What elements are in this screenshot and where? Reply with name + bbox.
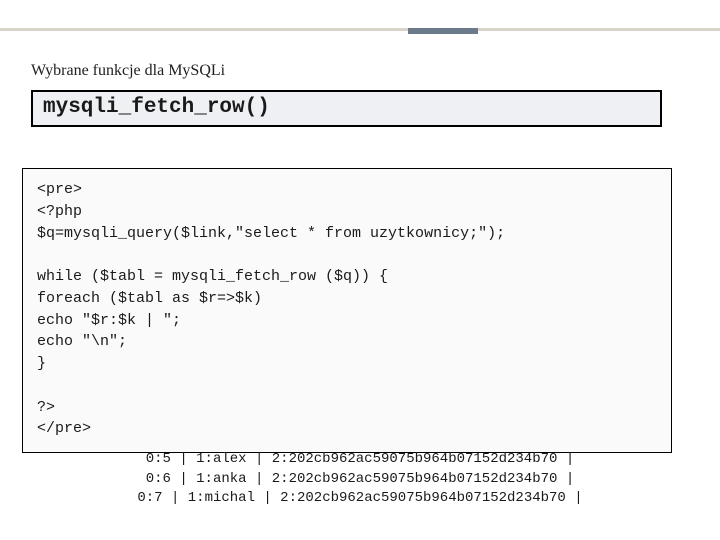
output-block: 0:5 | 1:alex | 2:202cb962ac59075b964b071… <box>0 450 720 509</box>
header-rule-light <box>0 28 720 31</box>
output-line: 0:5 | 1:alex | 2:202cb962ac59075b964b071… <box>0 450 720 470</box>
code-example: <pre> <?php $q=mysqli_query($link,"selec… <box>37 179 657 440</box>
header-rule-accent <box>408 28 478 34</box>
header-rule <box>0 28 720 34</box>
output-line: 0:6 | 1:anka | 2:202cb962ac59075b964b071… <box>0 470 720 490</box>
page-subtitle: Wybrane funkcje dla MySQLi <box>31 62 225 80</box>
function-title-box: mysqli_fetch_row() <box>31 90 662 127</box>
function-name: mysqli_fetch_row() <box>43 96 270 119</box>
output-line: 0:7 | 1:michal | 2:202cb962ac59075b964b0… <box>0 489 720 509</box>
code-example-box: <pre> <?php $q=mysqli_query($link,"selec… <box>22 168 672 453</box>
